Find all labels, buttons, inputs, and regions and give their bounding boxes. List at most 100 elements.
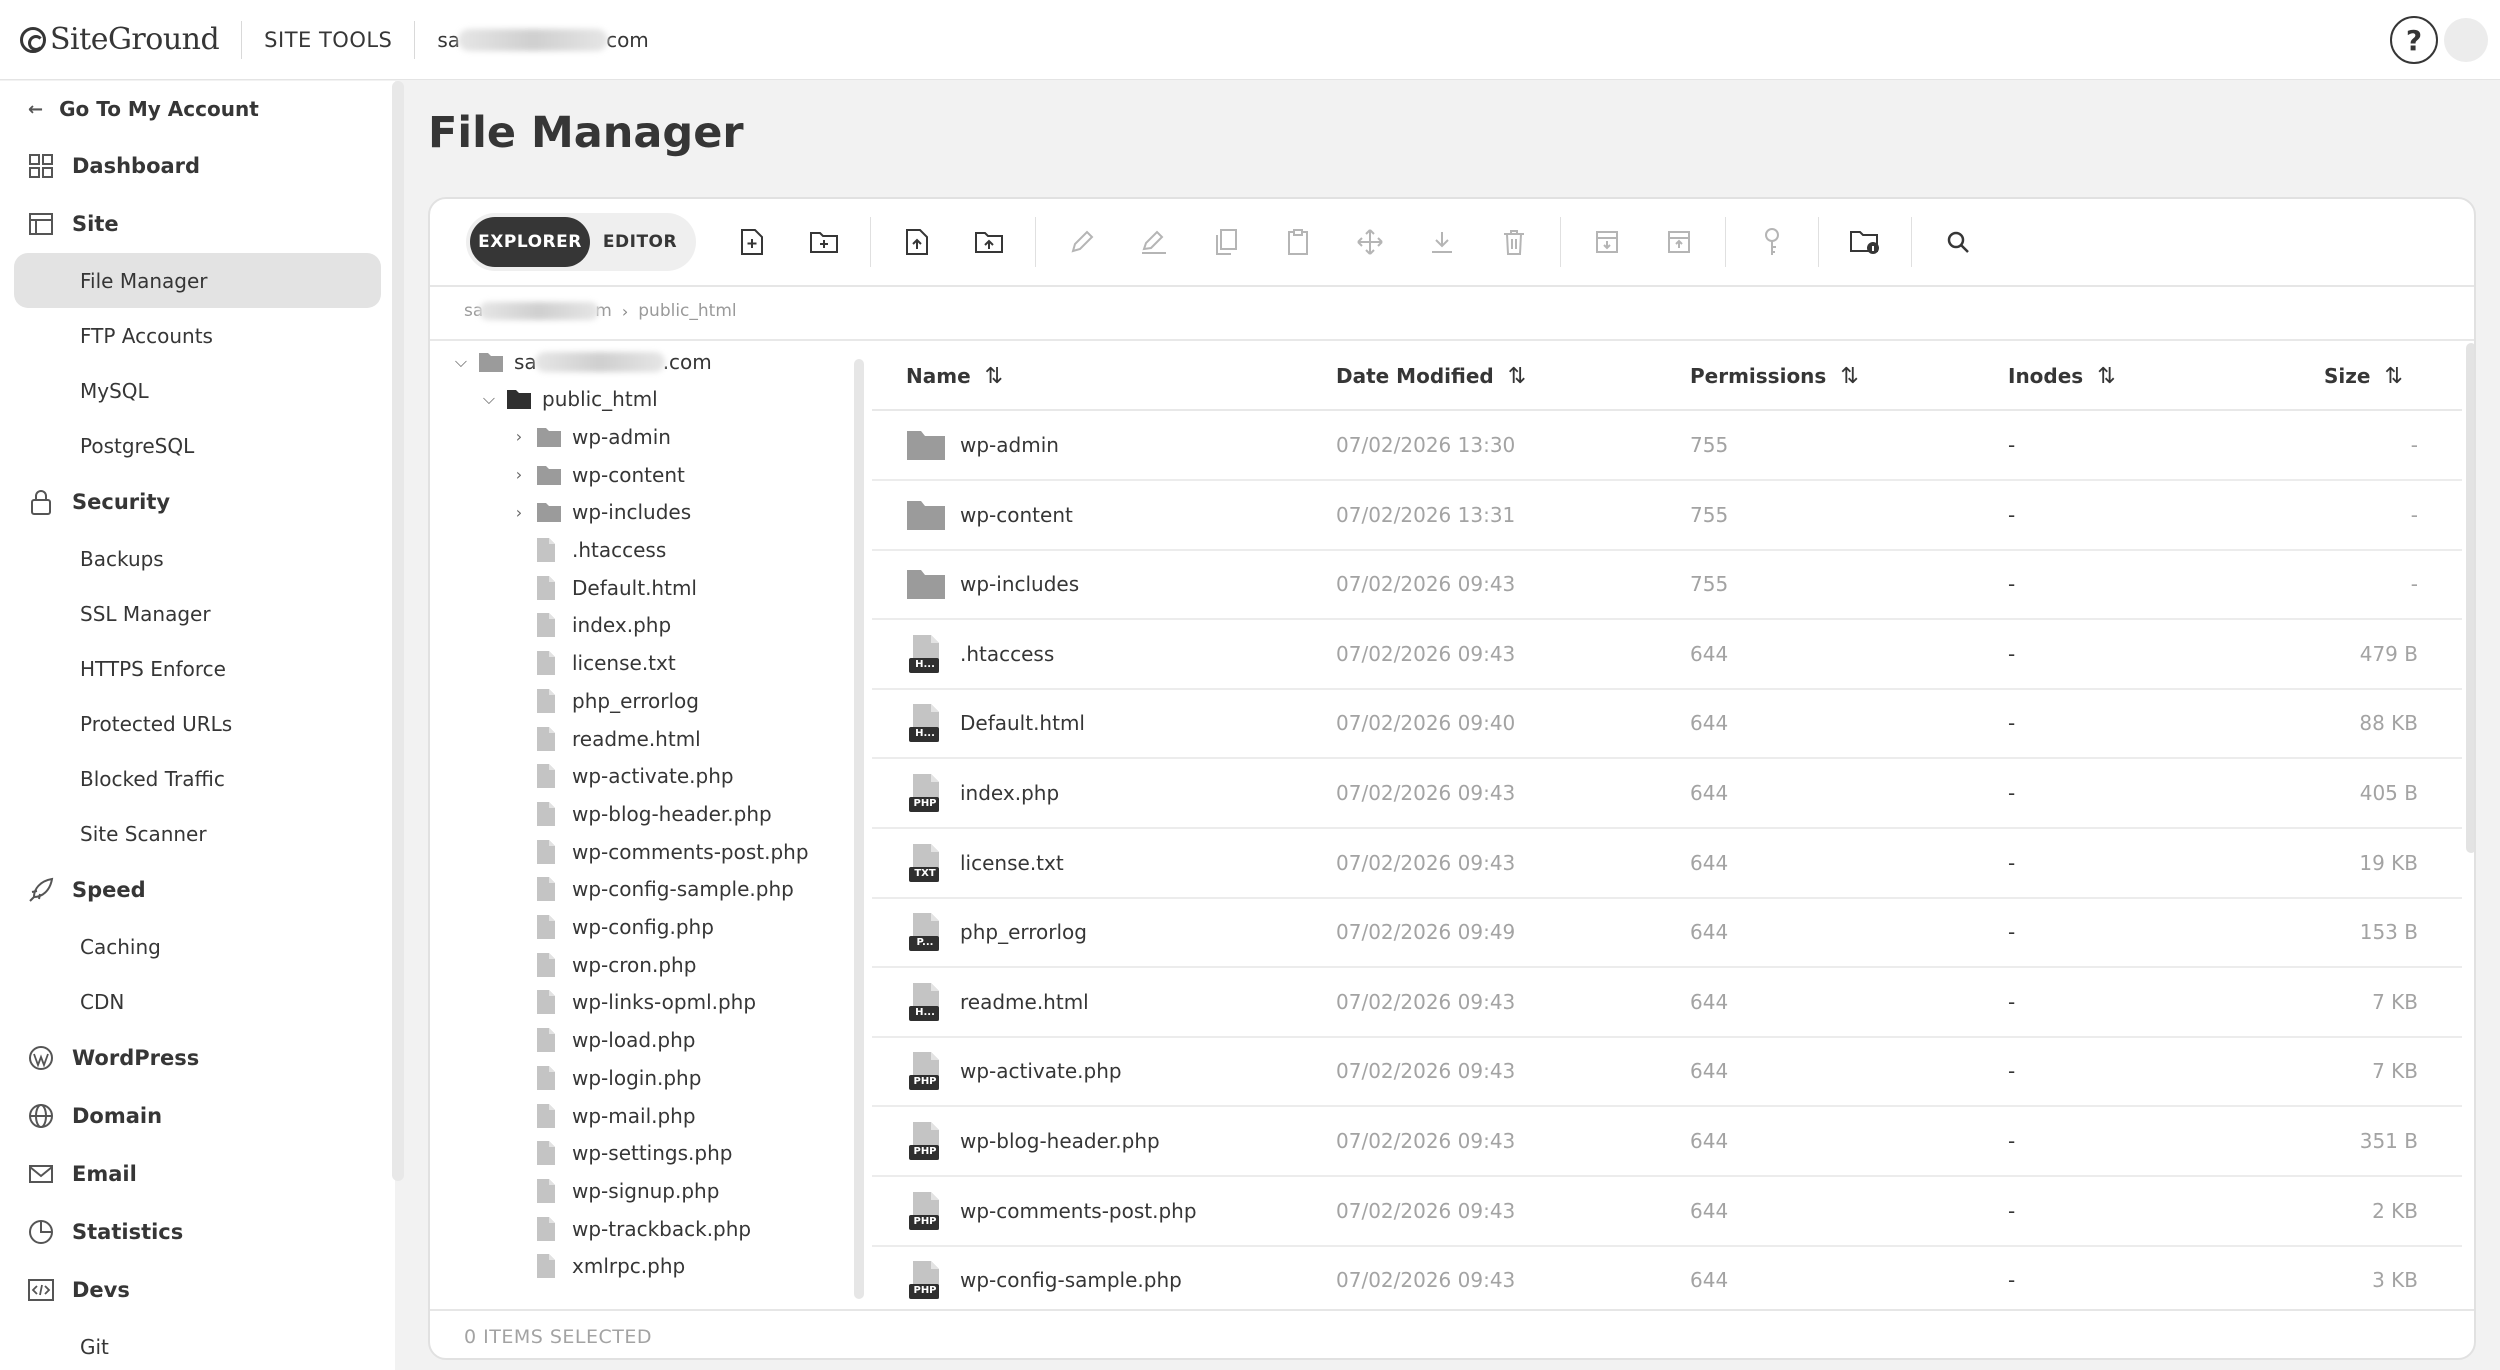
sidebar-item-ftp-accounts[interactable]: FTP Accounts	[0, 308, 395, 363]
folder-info-button[interactable]	[1829, 199, 1901, 286]
tree-item-wp-admin[interactable]: › wp-admin	[510, 418, 671, 455]
file-name[interactable]: license.txt	[960, 851, 1064, 875]
delete-button[interactable]	[1478, 199, 1550, 286]
tree-item-wp-comments-post-php[interactable]: wp-comments-post.php	[510, 833, 809, 870]
tree-item-wp-includes[interactable]: › wp-includes	[510, 494, 691, 531]
tree-item-wp-mail-php[interactable]: wp-mail.php	[510, 1097, 696, 1134]
file-name[interactable]: wp-admin	[960, 433, 1059, 457]
chevron-down-icon[interactable]: ⌵	[480, 389, 498, 409]
chevron-right-icon[interactable]: ›	[510, 465, 528, 484]
file-name[interactable]: wp-blog-header.php	[960, 1129, 1160, 1153]
sort-icon[interactable]: ⇅	[1840, 364, 1858, 389]
sidebar-group-statistics[interactable]: Statistics	[0, 1203, 395, 1261]
tree-item-public-html[interactable]: ⌵ public_html	[480, 381, 658, 418]
sidebar-item-https-enforce[interactable]: HTTPS Enforce	[0, 641, 395, 696]
sidebar-item-cdn[interactable]: CDN	[0, 974, 395, 1029]
tree-item-php-errorlog[interactable]: php_errorlog	[510, 682, 699, 719]
tree-scrollbar[interactable]	[854, 359, 864, 1299]
sidebar-scrollbar[interactable]	[392, 81, 404, 1181]
chevron-right-icon[interactable]: ›	[510, 503, 528, 522]
sidebar-item-backups[interactable]: Backups	[0, 531, 395, 586]
tree-item-wp-config-sample-php[interactable]: wp-config-sample.php	[510, 871, 794, 908]
sidebar-group-domain[interactable]: Domain	[0, 1087, 395, 1145]
tree-item-wp-signup-php[interactable]: wp-signup.php	[510, 1172, 719, 1209]
table-row[interactable]: H... Default.html 07/02/2026 09:40 644 - 88 K…	[872, 689, 2462, 760]
download-button[interactable]	[1406, 199, 1478, 286]
table-row[interactable]: PHP wp-config-sample.php 07/02/2026 09:43 6…	[872, 1246, 2462, 1301]
column-inodes[interactable]: Inodes ⇅	[2008, 341, 2116, 411]
tree-item-wp-links-opml-php[interactable]: wp-links-opml.php	[510, 984, 756, 1021]
paste-button[interactable]	[1262, 199, 1334, 286]
table-row[interactable]: P... php_errorlog 07/02/2026 09:49 644 - 153 …	[872, 898, 2462, 969]
tree-item-wp-trackback-php[interactable]: wp-trackback.php	[510, 1210, 751, 1247]
sidebar-item-postgresql[interactable]: PostgreSQL	[0, 418, 395, 473]
tree-item-index-php[interactable]: index.php	[510, 607, 671, 644]
tree-item-wp-load-php[interactable]: wp-load.php	[510, 1022, 695, 1059]
sidebar-item-site-scanner[interactable]: Site Scanner	[0, 806, 395, 861]
edit-button[interactable]	[1046, 199, 1118, 286]
tree-item-wp-activate-php[interactable]: wp-activate.php	[510, 758, 734, 795]
table-row[interactable]: PHP wp-activate.php 07/02/2026 09:43 644 - 7 …	[872, 1037, 2462, 1108]
breadcrumb-root[interactable]: sa m	[464, 301, 612, 321]
sidebar-item-ssl-manager[interactable]: SSL Manager	[0, 586, 395, 641]
column-date-modified[interactable]: Date Modified ⇅	[1336, 341, 1526, 411]
permissions-button[interactable]	[1736, 199, 1808, 286]
new-folder-button[interactable]	[788, 199, 860, 286]
file-name[interactable]: index.php	[960, 781, 1059, 805]
sort-icon[interactable]: ⇅	[2384, 364, 2402, 389]
move-button[interactable]	[1334, 199, 1406, 286]
chevron-right-icon[interactable]: ›	[510, 427, 528, 446]
sidebar-group-devs[interactable]: Devs	[0, 1261, 395, 1319]
file-name[interactable]: php_errorlog	[960, 920, 1087, 944]
table-row[interactable]: wp-includes 07/02/2026 09:43 755 - -	[872, 550, 2462, 621]
sort-icon[interactable]: ⇅	[2097, 364, 2115, 389]
compress-button[interactable]	[1643, 199, 1715, 286]
table-row[interactable]: wp-content 07/02/2026 13:31 755 - -	[872, 481, 2462, 551]
tree-item-xmlrpc-php[interactable]: xmlrpc.php	[510, 1248, 685, 1285]
site-domain[interactable]: sa com	[437, 28, 648, 52]
tree-item-wp-login-php[interactable]: wp-login.php	[510, 1059, 701, 1096]
sidebar-group-speed[interactable]: Speed	[0, 861, 395, 919]
file-name[interactable]: wp-config-sample.php	[960, 1268, 1182, 1292]
sidebar-group-email[interactable]: Email	[0, 1145, 395, 1203]
tree-item-wp-cron-php[interactable]: wp-cron.php	[510, 946, 696, 983]
table-row[interactable]: PHP wp-blog-header.php 07/02/2026 09:43 644…	[872, 1107, 2462, 1177]
column-size[interactable]: Size ⇅	[2324, 341, 2403, 411]
sidebar-item-protected-urls[interactable]: Protected URLs	[0, 696, 395, 751]
sort-icon[interactable]: ⇅	[1508, 364, 1526, 389]
explorer-tab[interactable]: EXPLORER	[470, 217, 590, 267]
table-row[interactable]: wp-admin 07/02/2026 13:30 755 - -	[872, 411, 2462, 481]
upload-file-button[interactable]	[881, 199, 953, 286]
sidebar-item-caching[interactable]: Caching	[0, 919, 395, 974]
sidebar-group-security[interactable]: Security	[0, 473, 395, 531]
editor-tab[interactable]: EDITOR	[590, 217, 690, 267]
go-to-my-account-link[interactable]: ← Go To My Account	[0, 81, 395, 137]
column-name[interactable]: Name ⇅	[906, 341, 1003, 411]
tree-item-wp-config-php[interactable]: wp-config.php	[510, 909, 714, 946]
file-list-scrollbar[interactable]	[2466, 343, 2474, 853]
new-file-button[interactable]	[716, 199, 788, 286]
tree-item-htaccess[interactable]: .htaccess	[510, 532, 666, 569]
table-row[interactable]: H... readme.html 07/02/2026 09:43 644 - 7 KB	[872, 968, 2462, 1038]
siteground-logo[interactable]: SiteGround	[20, 0, 220, 80]
sidebar-item-mysql[interactable]: MySQL	[0, 363, 395, 418]
rename-button[interactable]	[1118, 199, 1190, 286]
table-row[interactable]: PHP wp-comments-post.php 07/02/2026 09:43 6…	[872, 1177, 2462, 1247]
file-name[interactable]: wp-comments-post.php	[960, 1199, 1197, 1223]
tree-item-wp-settings-php[interactable]: wp-settings.php	[510, 1135, 732, 1172]
sidebar-group-wordpress[interactable]: WordPress	[0, 1029, 395, 1087]
table-row[interactable]: TXT license.txt 07/02/2026 09:43 644 - 19 KB	[872, 829, 2462, 899]
upload-folder-button[interactable]	[953, 199, 1025, 286]
file-name[interactable]: wp-content	[960, 503, 1073, 527]
extract-button[interactable]	[1571, 199, 1643, 286]
search-button[interactable]	[1922, 199, 1994, 286]
tree-item-wp-blog-header-php[interactable]: wp-blog-header.php	[510, 795, 772, 832]
file-name[interactable]: .htaccess	[960, 642, 1054, 666]
sidebar-group-dashboard[interactable]: Dashboard	[0, 137, 395, 195]
file-name[interactable]: Default.html	[960, 711, 1085, 735]
file-name[interactable]: readme.html	[960, 990, 1089, 1014]
table-row[interactable]: H... .htaccess 07/02/2026 09:43 644 - 479 B	[872, 620, 2462, 690]
breadcrumb-current[interactable]: public_html	[638, 301, 736, 321]
table-row[interactable]: PHP index.php 07/02/2026 09:43 644 - 405 B	[872, 759, 2462, 829]
tree-item-root[interactable]: ⌵ sa .com	[452, 343, 712, 380]
